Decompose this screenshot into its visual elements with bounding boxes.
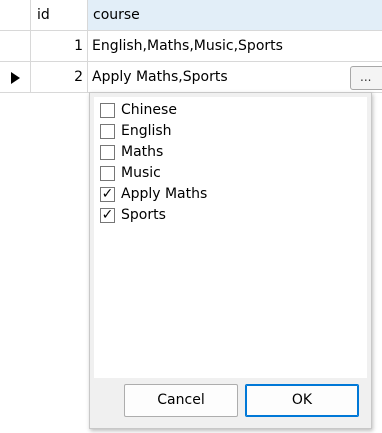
row-indicator[interactable] [0,31,31,62]
column-header-id[interactable]: id [31,0,88,31]
table-row[interactable]: 2 Apply Maths,Sports [0,62,382,93]
checklist-item-label: Maths [121,144,164,160]
checklist: Chinese English Maths Music ✓ Apply Math… [94,97,367,378]
checkbox[interactable] [100,124,115,139]
ellipsis-button[interactable]: ... [350,66,382,90]
grid-header: id course [0,0,382,31]
header-corner [0,0,31,31]
checkbox[interactable] [100,166,115,181]
checkbox[interactable] [100,103,115,118]
cell-id[interactable]: 1 [31,31,88,62]
checklist-item-label: Sports [121,207,166,223]
column-header-course[interactable]: course [88,0,382,31]
checklist-item-label: Chinese [121,102,177,118]
data-grid: id course 1 English,Maths,Music,Sports 2… [0,0,382,433]
checklist-popup: Chinese English Maths Music ✓ Apply Math… [89,92,372,429]
checkbox[interactable]: ✓ [100,208,115,223]
ok-button[interactable]: OK [245,384,359,417]
checkbox[interactable]: ✓ [100,187,115,202]
checkbox[interactable] [100,145,115,160]
cell-course[interactable]: English,Maths,Music,Sports [88,31,382,62]
cancel-button[interactable]: Cancel [124,384,238,417]
table-row[interactable]: 1 English,Maths,Music,Sports [0,31,382,62]
checklist-item-label: Apply Maths [121,186,208,202]
row-indicator[interactable] [0,62,31,93]
checklist-item-label: English [121,123,172,139]
cell-course[interactable]: Apply Maths,Sports [88,62,382,93]
checklist-item-label: Music [121,165,161,181]
cell-id[interactable]: 2 [31,62,88,93]
current-row-arrow-icon [11,72,20,84]
